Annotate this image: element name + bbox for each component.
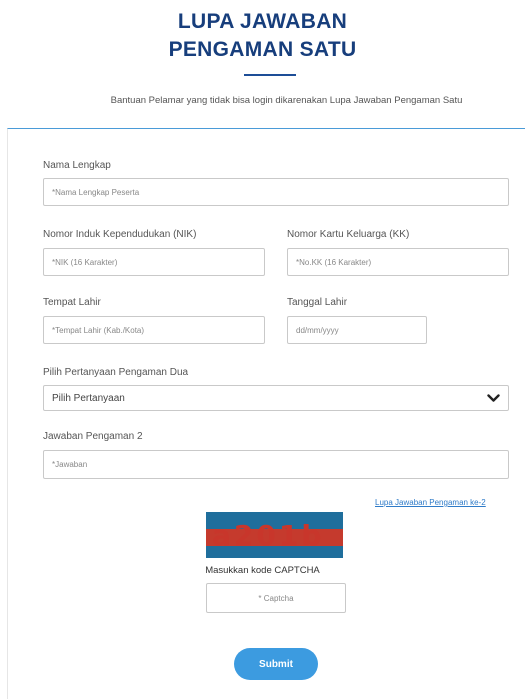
form-panel xyxy=(7,128,525,699)
nama-input[interactable]: *Nama Lengkap Peserta xyxy=(43,178,509,206)
kk-label: Nomor Kartu Keluarga (KK) xyxy=(287,229,410,240)
tempat-lahir-input[interactable]: *Tempat Lahir (Kab./Kota) xyxy=(43,316,265,344)
page-subtitle: Bantuan Pelamar yang tidak bisa login di… xyxy=(110,95,463,106)
submit-button[interactable]: Submit xyxy=(234,648,318,680)
jawaban-input[interactable]: *Jawaban xyxy=(43,450,509,479)
captcha-image: a201b xyxy=(206,512,343,558)
tanggal-lahir-input[interactable]: dd/mm/yyyy xyxy=(287,316,427,344)
page-title-line-1: LUPA JAWABAN xyxy=(177,10,348,33)
tanggal-lahir-label: Tanggal Lahir xyxy=(287,297,348,308)
captcha-input[interactable]: * Captcha xyxy=(206,583,346,613)
captcha-text: a201b xyxy=(212,519,325,552)
nik-label: Nomor Induk Kependudukan (NIK) xyxy=(43,229,197,240)
pertanyaan-selected-value: Pilih Pertanyaan xyxy=(52,392,125,404)
page-title-line-2: PENGAMAN SATU xyxy=(168,38,357,61)
kk-input[interactable]: *No.KK (16 Karakter) xyxy=(287,248,509,276)
nik-input[interactable]: *NIK (16 Karakter) xyxy=(43,248,265,276)
jawaban-label: Jawaban Pengaman 2 xyxy=(43,431,143,442)
pertanyaan-label: Pilih Pertanyaan Pengaman Dua xyxy=(43,367,189,378)
tempat-lahir-label: Tempat Lahir xyxy=(43,297,101,308)
page-title: LUPA JAWABAN PENGAMAN SATU xyxy=(0,8,525,64)
captcha-label: Masukkan kode CAPTCHA xyxy=(205,565,320,576)
chevron-down-icon xyxy=(486,391,500,405)
pertanyaan-select[interactable]: Pilih Pertanyaan xyxy=(43,385,509,411)
lupa-jawaban-2-link[interactable]: Lupa Jawaban Pengaman ke-2 xyxy=(375,498,486,507)
nama-label: Nama Lengkap xyxy=(43,160,111,171)
title-underline xyxy=(244,74,296,76)
